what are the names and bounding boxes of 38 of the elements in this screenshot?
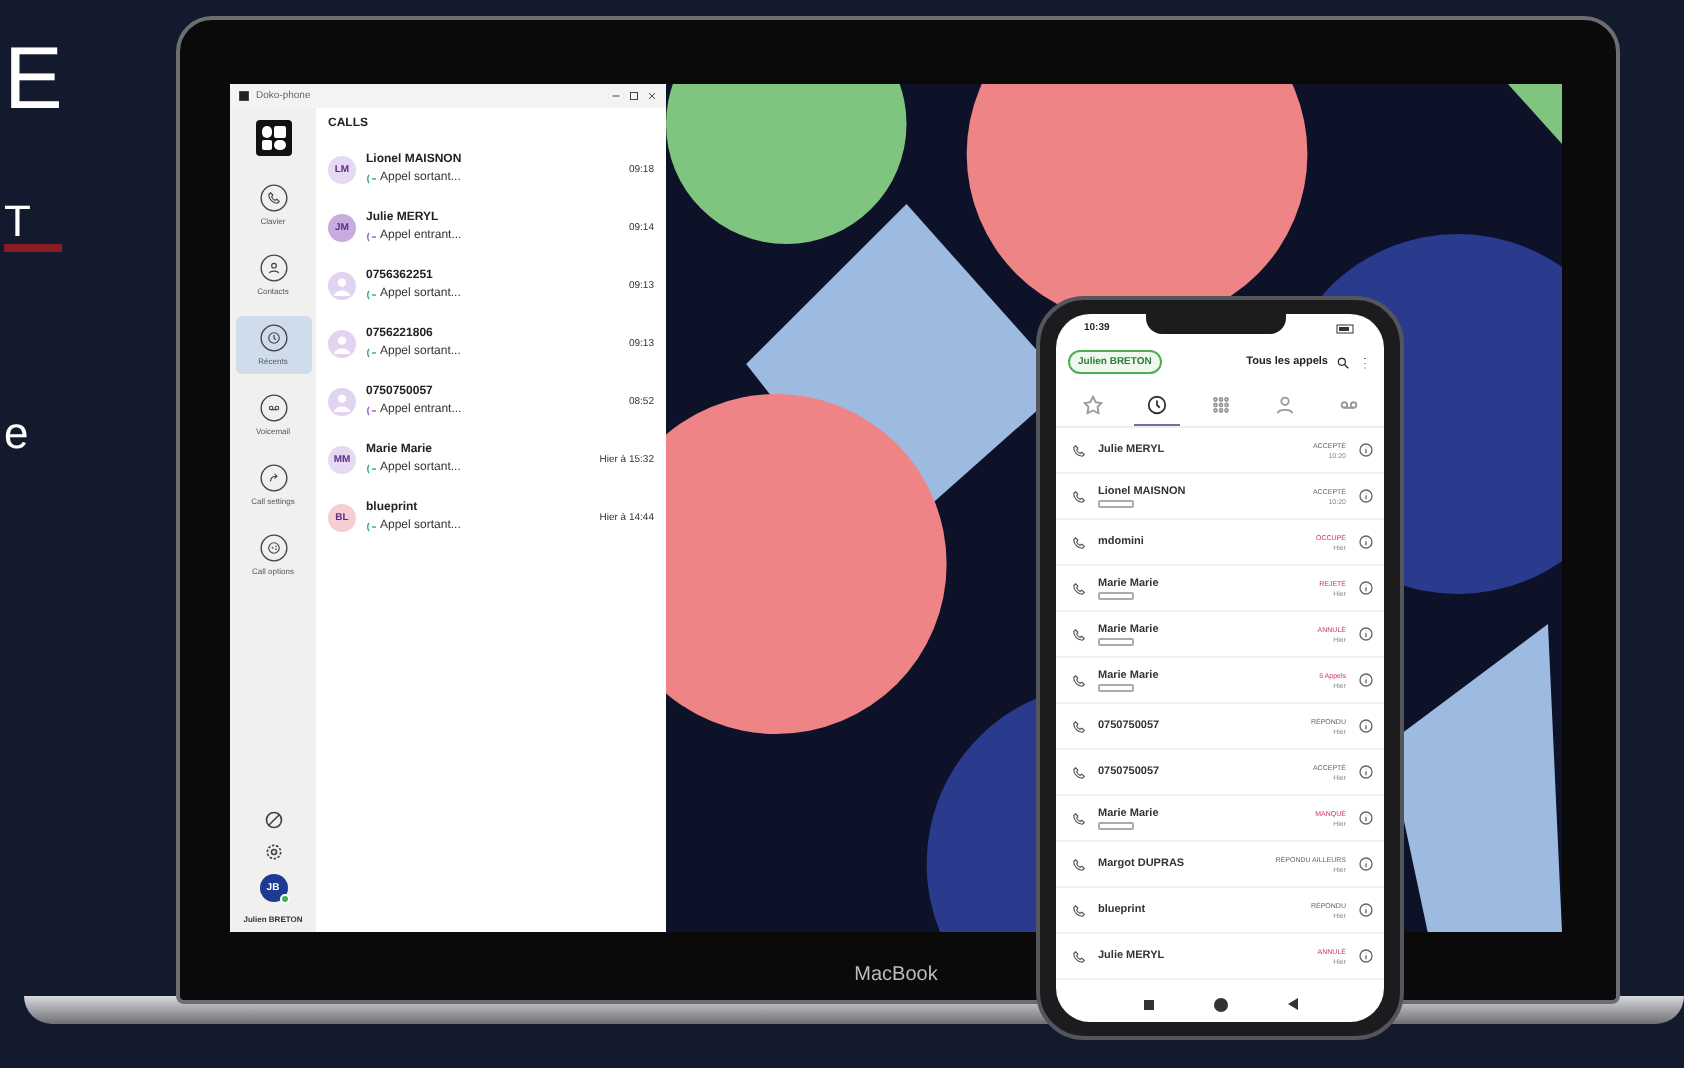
brand-label: MacBook [854, 964, 938, 986]
search-icon [1336, 355, 1350, 369]
person-icon [259, 254, 287, 282]
star-icon [1081, 394, 1103, 416]
minimize-icon [610, 90, 622, 102]
info-icon [1358, 442, 1374, 458]
phone-notch [1145, 314, 1286, 334]
info-icon [1358, 764, 1374, 780]
voicemail-icon [259, 394, 287, 422]
home-icon[interactable] [1213, 997, 1227, 1011]
info-icon [1358, 534, 1374, 550]
back-icon[interactable] [1287, 998, 1297, 1010]
info-icon [1358, 488, 1374, 504]
maximize-icon [628, 90, 640, 102]
headline-text: T [4, 200, 63, 252]
block-icon [263, 810, 283, 830]
more-icon [1358, 355, 1372, 369]
info-icon [1358, 902, 1374, 918]
clock-icon [1145, 394, 1167, 416]
settings-icon [263, 842, 283, 862]
info-icon [1358, 948, 1374, 964]
close-icon [646, 90, 658, 102]
clock-icon [259, 324, 287, 352]
info-icon [1358, 672, 1374, 688]
keypad-icon [1209, 394, 1231, 416]
info-icon [1358, 718, 1374, 734]
info-icon [1358, 810, 1374, 826]
headline-text: e [4, 412, 31, 456]
info-icon [1358, 626, 1374, 642]
battery-icon [1336, 323, 1356, 333]
square-icon[interactable] [1143, 999, 1153, 1009]
person-icon [1273, 394, 1295, 416]
logo-icon [255, 120, 291, 156]
headline-text: E [4, 36, 63, 124]
app-icon [238, 90, 250, 102]
info-icon [1358, 856, 1374, 872]
info-icon [1358, 580, 1374, 596]
tab[interactable] [1133, 390, 1179, 426]
